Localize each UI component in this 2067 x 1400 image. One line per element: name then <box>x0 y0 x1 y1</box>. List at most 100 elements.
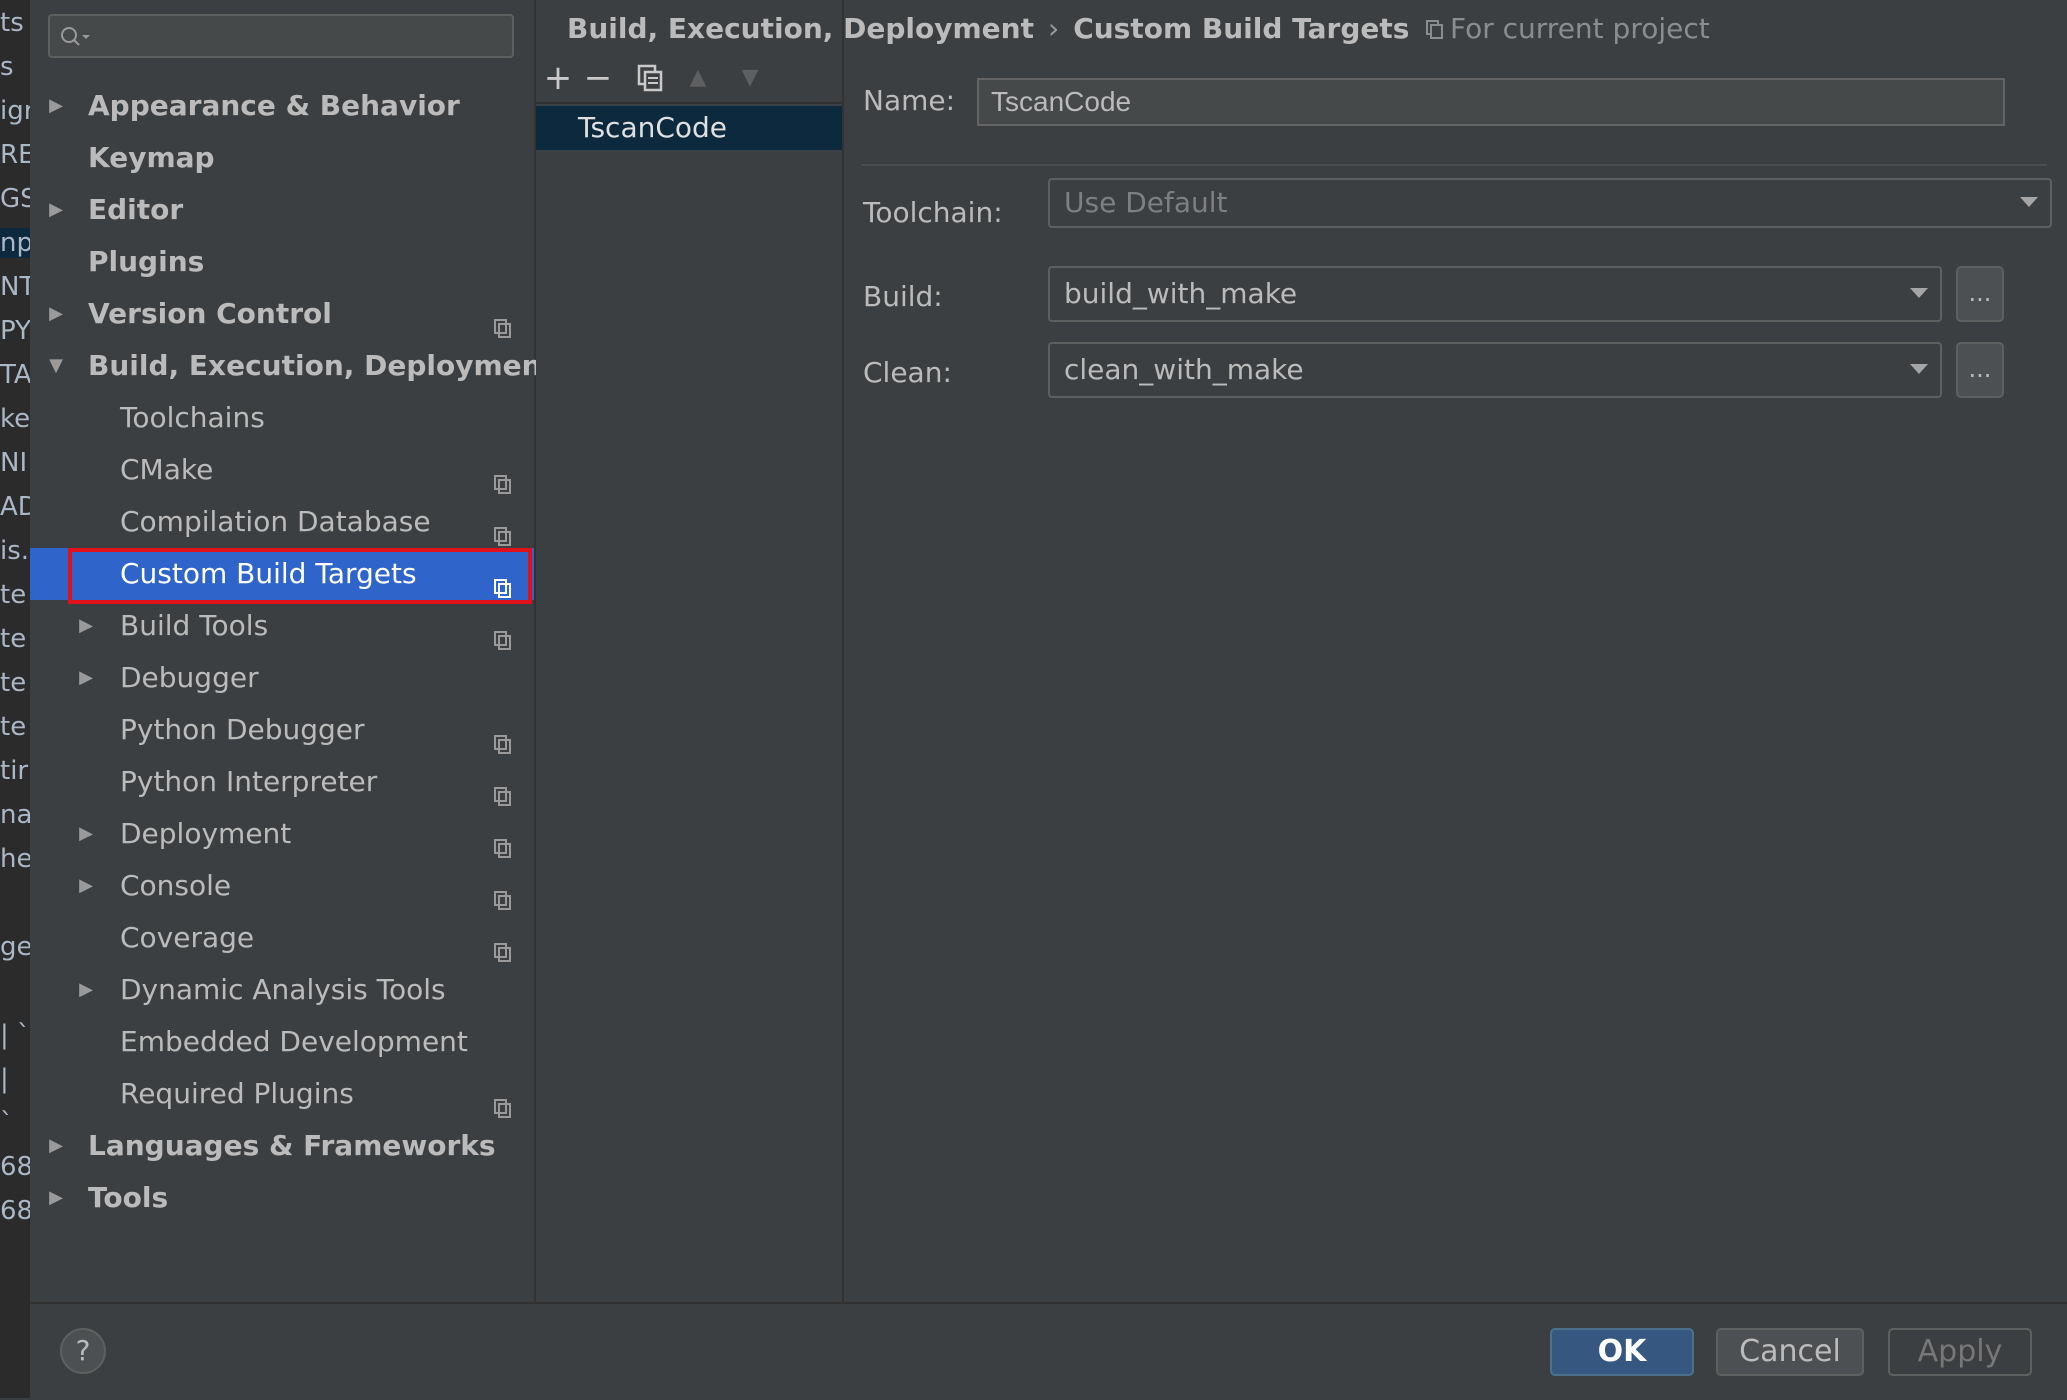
toolchain-label: Toolchain: <box>863 196 1003 229</box>
background-editor-line: GS <box>0 184 30 214</box>
tree-item-editor[interactable]: ▶ Editor <box>30 184 534 236</box>
project-scope-icon <box>1426 20 1443 39</box>
tree-item-build-tools[interactable]: ▶ Build Tools <box>30 600 534 652</box>
collapsed-arrow-icon[interactable]: ▶ <box>76 964 96 1016</box>
copy-target-button[interactable] <box>632 60 668 96</box>
tree-item-build-execution-deployment[interactable]: ▼ Build, Execution, Deployment <box>30 340 555 392</box>
tree-item-toolchains[interactable]: Toolchains <box>30 392 534 444</box>
cancel-button[interactable]: Cancel <box>1716 1328 1864 1376</box>
background-editor-line: te <box>0 712 27 742</box>
background-editor-line: igr <box>0 96 30 126</box>
background-editor-line: te <box>0 580 27 610</box>
tree-item-label: Tools <box>88 1181 169 1214</box>
collapsed-arrow-icon[interactable]: ▶ <box>46 288 66 340</box>
move-down-button[interactable]: ▼ <box>732 60 768 96</box>
tree-item-label: Required Plugins <box>120 1077 354 1110</box>
remove-target-button[interactable]: − <box>580 60 616 96</box>
clean-value: clean_with_make <box>1064 353 1304 386</box>
tree-item-label: Compilation Database <box>120 505 431 538</box>
chevron-down-icon <box>1910 288 1928 298</box>
background-editor-line: AD <box>0 492 30 522</box>
help-button[interactable]: ? <box>60 1328 106 1374</box>
tree-item-cmake[interactable]: CMake <box>30 444 534 496</box>
breadcrumb: Build, Execution, Deployment › Custom Buil… <box>567 0 1409 58</box>
project-scope-icon <box>494 512 512 546</box>
project-scope-icon <box>494 876 512 910</box>
tree-item-dynamic-analysis-tools[interactable]: ▶ Dynamic Analysis Tools <box>30 964 534 1016</box>
add-target-button[interactable]: + <box>540 60 576 96</box>
tree-item-custom-build-targets[interactable]: Custom Build Targets <box>30 548 534 600</box>
apply-button[interactable]: Apply <box>1888 1328 2032 1376</box>
scope-label: For current project <box>1450 12 1710 45</box>
collapsed-arrow-icon[interactable]: ▶ <box>76 860 96 912</box>
tree-item-label: Python Interpreter <box>120 765 378 798</box>
tree-item-label: Editor <box>88 193 184 226</box>
name-label: Name: <box>863 84 956 117</box>
collapsed-arrow-icon[interactable]: ▶ <box>76 808 96 860</box>
tree-item-python-interpreter[interactable]: Python Interpreter <box>30 756 534 808</box>
name-field[interactable] <box>977 78 2005 126</box>
background-editor-line: | ` <box>0 1020 30 1050</box>
targets-list-pane: + − ▲ ▼ TscanCode <box>536 0 844 1302</box>
tree-item-label: Languages & Frameworks <box>88 1129 496 1162</box>
toolchain-select[interactable]: Use Default <box>1048 178 2052 228</box>
tree-item-keymap[interactable]: Keymap <box>30 132 534 184</box>
background-editor-line: 68 <box>0 1196 30 1226</box>
tree-item-python-debugger[interactable]: Python Debugger <box>30 704 534 756</box>
project-scope-icon <box>494 772 512 806</box>
background-editor-line: he <box>0 844 30 874</box>
collapsed-arrow-icon[interactable]: ▶ <box>76 600 96 652</box>
tree-item-compilation-database[interactable]: Compilation Database <box>30 496 534 548</box>
project-scope-icon <box>494 720 512 754</box>
tree-item-coverage[interactable]: Coverage <box>30 912 534 964</box>
collapsed-arrow-icon[interactable]: ▶ <box>46 184 66 236</box>
clean-browse-button[interactable]: ... <box>1956 342 2004 398</box>
target-list-item[interactable]: TscanCode <box>536 106 842 150</box>
search-icon <box>61 27 90 46</box>
tree-item-label: Python Debugger <box>120 713 365 746</box>
background-editor-line: is. <box>0 536 30 566</box>
project-scope-icon <box>494 616 512 650</box>
collapsed-arrow-icon[interactable]: ▶ <box>46 80 66 132</box>
background-editor-line: te <box>0 668 27 698</box>
background-editor-line: NI <box>0 448 28 478</box>
tree-item-tools[interactable]: ▶ Tools <box>30 1172 534 1224</box>
targets-toolbar: + − ▲ ▼ <box>536 52 842 104</box>
settings-search-box[interactable] <box>48 14 514 58</box>
collapsed-arrow-icon[interactable]: ▶ <box>46 1120 66 1172</box>
chevron-down-icon <box>1910 364 1928 374</box>
dialog-button-bar: ? OK Cancel Apply <box>30 1302 2067 1400</box>
expanded-arrow-icon[interactable]: ▼ <box>46 340 66 392</box>
tree-item-deployment[interactable]: ▶ Deployment <box>30 808 534 860</box>
tree-item-required-plugins[interactable]: Required Plugins <box>30 1068 534 1120</box>
project-scope-icon <box>494 1084 512 1118</box>
tree-item-label: Coverage <box>120 921 255 954</box>
background-editor-line: RE <box>0 140 30 170</box>
tree-item-label: Embedded Development <box>120 1025 468 1058</box>
tree-item-embedded-development[interactable]: Embedded Development <box>30 1016 534 1068</box>
settings-search-input[interactable] <box>100 20 504 54</box>
background-editor-line: s <box>0 52 14 82</box>
project-scope-icon <box>494 564 512 598</box>
background-editor-line: PY <box>0 316 30 346</box>
build-select[interactable]: build_with_make <box>1048 266 1942 322</box>
move-up-button[interactable]: ▲ <box>680 60 716 96</box>
build-browse-button[interactable]: ... <box>1956 266 2004 322</box>
collapsed-arrow-icon[interactable]: ▶ <box>46 1172 66 1224</box>
tree-item-languages-frameworks[interactable]: ▶ Languages & Frameworks <box>30 1120 534 1172</box>
tree-item-version-control[interactable]: ▶ Version Control <box>30 288 534 340</box>
background-editor-strip: ts s igr RE GS np NT PY TA ke NI AD is. te te te te tir na… <box>0 0 30 1398</box>
background-editor-line: ke <box>0 404 30 434</box>
clean-select[interactable]: clean_with_make <box>1048 342 1942 398</box>
tree-item-label: Keymap <box>88 141 215 174</box>
target-item-label: TscanCode <box>578 111 728 144</box>
build-label: Build: <box>863 280 943 313</box>
tree-item-console[interactable]: ▶ Console <box>30 860 534 912</box>
ok-button[interactable]: OK <box>1550 1328 1694 1376</box>
tree-item-debugger[interactable]: ▶ Debugger <box>30 652 534 704</box>
collapsed-arrow-icon[interactable]: ▶ <box>76 652 96 704</box>
tree-item-appearance-behavior[interactable]: ▶ Appearance & Behavior <box>30 80 534 132</box>
tree-item-plugins[interactable]: Plugins <box>30 236 534 288</box>
breadcrumb-parent[interactable]: Build, Execution, Deployment <box>567 12 1034 45</box>
settings-tree-pane: ▶ Appearance & Behavior Keymap ▶ Editor Plugi… <box>30 0 555 1302</box>
